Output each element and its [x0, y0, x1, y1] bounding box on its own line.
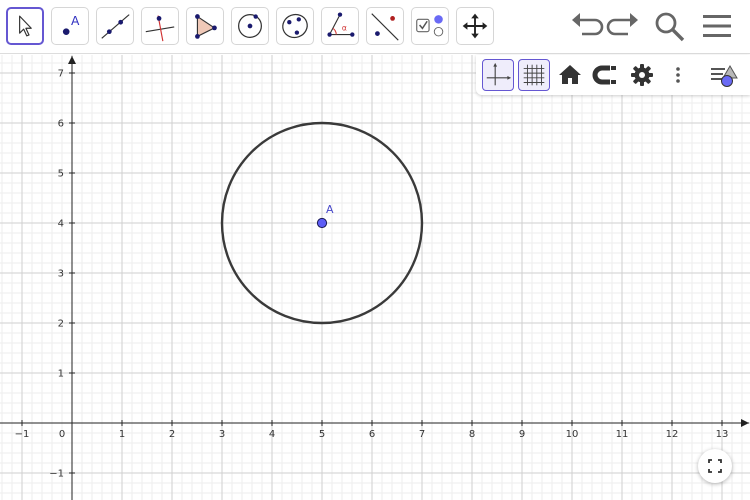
angle-tool-label: α: [342, 24, 347, 33]
x-tick-label: 8: [469, 429, 475, 440]
search-button[interactable]: [650, 8, 690, 44]
reflect-tool[interactable]: [366, 7, 404, 45]
menu-button[interactable]: [697, 8, 737, 44]
perpendicular-line-icon: [145, 15, 175, 42]
x-tick-label: 9: [519, 429, 525, 440]
more-options-button[interactable]: [662, 59, 694, 91]
line-tool[interactable]: [96, 7, 134, 45]
y-tick-label: 1: [58, 369, 64, 380]
undo-icon: [572, 13, 604, 36]
y-tick-label: 5: [58, 169, 64, 180]
checkbox-icon: [416, 15, 444, 37]
line-icon: [101, 14, 130, 39]
point-icon: A: [62, 14, 80, 35]
point-a-label: A: [326, 203, 334, 216]
gear-icon: [631, 64, 653, 86]
x-tick-label: 7: [419, 429, 425, 440]
x-tick-label: 6: [369, 429, 375, 440]
style-bar-toggle-button[interactable]: [708, 59, 740, 91]
x-tick-label: 2: [169, 429, 175, 440]
home-icon: [559, 65, 581, 84]
arrow-pointer-icon: [19, 15, 32, 37]
style-bar: [476, 55, 750, 95]
polygon-icon: [195, 14, 217, 39]
x-tick-label: 10: [566, 429, 579, 440]
perpendicular-line-tool[interactable]: [141, 7, 179, 45]
menu-icon: [703, 15, 731, 37]
move-cross-icon: [462, 13, 488, 39]
standard-view-button[interactable]: [554, 59, 586, 91]
x-tick-label: 3: [219, 429, 225, 440]
toolbar: A α: [0, 0, 750, 54]
y-tick-label: −1: [49, 469, 64, 480]
y-tick-label: 3: [58, 269, 64, 280]
circle-three-points-icon: [282, 13, 308, 39]
search-icon: [655, 12, 685, 42]
angle-tool[interactable]: α: [321, 7, 359, 45]
point-a[interactable]: [316, 217, 328, 229]
magnet-icon: [592, 65, 616, 85]
point-tool[interactable]: A: [51, 7, 89, 45]
y-tick-label: 7: [58, 69, 64, 80]
x-tick-label: 13: [716, 429, 729, 440]
redo-button[interactable]: [604, 8, 644, 44]
checkbox-tool[interactable]: [411, 7, 449, 45]
circle-three-points-tool[interactable]: [276, 7, 314, 45]
polygon-tool[interactable]: [186, 7, 224, 45]
y-tick-label: 4: [58, 219, 64, 230]
style-bar-toggle-icon: [711, 65, 738, 87]
x-tick-label: 12: [666, 429, 679, 440]
graphics-view[interactable]: −1 0 1 2 3 4 5 6 7 8 9 10 11 12 13 −11234567 A: [0, 55, 750, 500]
undo-button[interactable]: [566, 8, 606, 44]
grid-icon: [523, 64, 545, 86]
y-tick-label: 2: [58, 319, 64, 330]
fullscreen-button[interactable]: [698, 449, 732, 483]
x-tick-label: 5: [319, 429, 325, 440]
move-graphics-view-tool[interactable]: [456, 7, 494, 45]
show-axes-button[interactable]: [482, 59, 514, 91]
x-tick-label: 4: [269, 429, 275, 440]
redo-icon: [606, 13, 638, 36]
move-tool[interactable]: [6, 7, 44, 45]
y-tick-label: 6: [58, 119, 64, 130]
point-capturing-button[interactable]: [590, 59, 622, 91]
more-vert-icon: [676, 67, 680, 83]
x-tick-label: −1: [15, 429, 30, 440]
angle-icon: α: [327, 12, 355, 37]
reflect-icon: [371, 13, 399, 41]
circle-center-icon: [238, 14, 262, 38]
x-tick-label: 11: [616, 429, 629, 440]
circle-center-point-tool[interactable]: [231, 7, 269, 45]
settings-button[interactable]: [626, 59, 658, 91]
x-tick-label: 1: [119, 429, 125, 440]
fullscreen-icon: [708, 459, 722, 473]
axes-icon: [486, 62, 512, 86]
show-grid-button[interactable]: [518, 59, 550, 91]
x-tick-label: 0: [59, 429, 65, 440]
point-tool-label: A: [71, 14, 80, 28]
